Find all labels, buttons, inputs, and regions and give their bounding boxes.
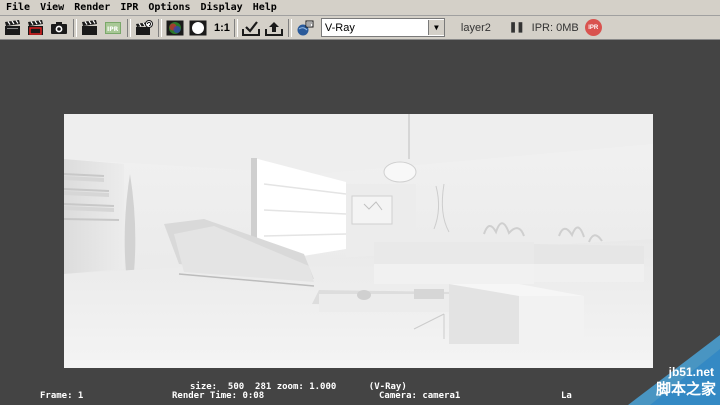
menu-view[interactable]: View — [34, 0, 68, 15]
renderer-select-value: V-Ray — [324, 21, 355, 34]
hud-render-time: Render Time: 0:08 — [172, 391, 265, 401]
clapper-redo-icon — [5, 19, 20, 35]
render-button[interactable] — [80, 18, 100, 37]
keep-image-button[interactable] — [241, 18, 261, 37]
hud-camera: Camera: camera1 — [379, 391, 461, 401]
svg-text:IPR: IPR — [107, 26, 119, 33]
render-globals-button[interactable] — [295, 18, 315, 37]
toolbar-separator — [127, 18, 131, 37]
ipr-render-button[interactable]: IPR — [103, 18, 123, 37]
render-region-button[interactable] — [26, 18, 46, 37]
toolbar: IPR 1:1 V-Ray ▼ layer2 ❚❚ IPR: 0MB IPR — [0, 16, 720, 40]
toolbar-separator — [158, 18, 162, 37]
hud-layer: La — [561, 391, 572, 401]
ipr-status-icon[interactable]: IPR — [584, 19, 602, 36]
rgb-channel-button[interactable] — [165, 18, 185, 37]
refresh-ipr-button[interactable] — [134, 18, 154, 37]
hud-frame: Frame: 1 — [40, 391, 84, 401]
render-globals-icon — [297, 20, 314, 35]
snapshot-button[interactable] — [49, 18, 69, 37]
rendered-image — [64, 114, 653, 368]
ipr-memory-label: IPR: 0MB — [531, 21, 579, 34]
menu-help[interactable]: Help — [247, 0, 281, 15]
snapshot-camera-icon — [51, 21, 67, 34]
clapper-icon — [82, 19, 97, 35]
ratio-button[interactable]: 1:1 — [214, 22, 230, 34]
chevron-down-icon[interactable]: ▼ — [427, 20, 444, 35]
remove-image-icon — [264, 21, 283, 36]
rgb-channel-icon — [166, 20, 184, 35]
ipr-render-icon: IPR — [105, 21, 121, 34]
renderer-select[interactable]: V-Ray ▼ — [320, 18, 445, 37]
remove-image-button[interactable] — [264, 18, 284, 37]
refresh-ipr-icon — [136, 19, 153, 35]
watermark-site: jb51.net — [668, 365, 714, 379]
menu-display[interactable]: Display — [195, 0, 247, 15]
alpha-channel-icon — [189, 20, 207, 35]
alpha-channel-button[interactable] — [188, 18, 208, 37]
watermark-name: 脚本之家 — [655, 380, 716, 398]
keep-image-icon — [241, 20, 260, 36]
menu-ipr[interactable]: IPR — [114, 0, 142, 15]
toolbar-separator — [233, 18, 238, 37]
pause-icon[interactable]: ❚❚ — [509, 22, 525, 33]
menu-options[interactable]: Options — [142, 0, 194, 15]
menu-bar: File View Render IPR Options Display Hel… — [0, 0, 720, 16]
menu-file[interactable]: File — [0, 0, 34, 15]
render-layer-label: layer2 — [460, 21, 491, 34]
clapper-region-icon — [28, 19, 43, 35]
redo-render-button[interactable] — [3, 18, 23, 37]
watermark: jb51.net 脚本之家 — [628, 335, 720, 405]
render-viewport[interactable]: size: 500 281 zoom: 1.000 (V-Ray) Frame:… — [0, 40, 720, 405]
toolbar-separator — [73, 18, 77, 37]
menu-render[interactable]: Render — [68, 0, 114, 15]
toolbar-separator — [287, 18, 292, 37]
